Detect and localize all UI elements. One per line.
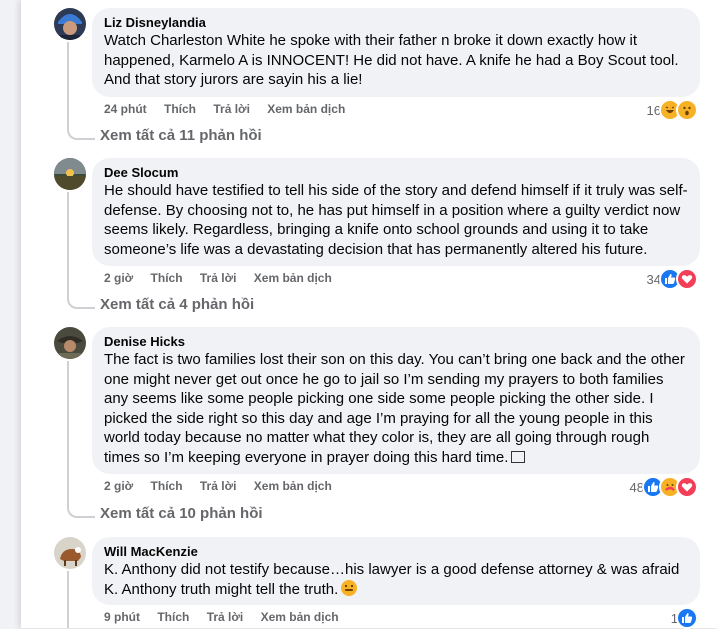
translate-button[interactable]: Xem bản dịch [261,610,339,624]
comments-panel: Liz Disneylandia Watch Charleston White … [21,0,717,629]
translate-button[interactable]: Xem bản dịch [254,479,332,493]
comment-text-line: K. Anthony truth might tell the truth. [104,579,688,600]
comment-author[interactable]: Denise Hicks [104,334,688,350]
avatar[interactable] [54,327,86,359]
comment-actions: 2 giờ Thích Trả lời Xem bản dịch [104,271,346,285]
avatar[interactable] [54,158,86,190]
comment-author[interactable]: Liz Disneylandia [104,15,688,31]
reaction-summary[interactable]: 48 [630,476,698,498]
thread-connector [67,126,95,140]
comment-bubble: Will MacKenzie K. Anthony did not testif… [92,537,700,605]
comment-author[interactable]: Dee Slocum [104,165,688,181]
comment-timestamp[interactable]: 2 giờ [104,271,133,285]
reaction-summary[interactable]: 16 [647,99,698,121]
translate-button[interactable]: Xem bản dịch [267,102,345,116]
reply-button[interactable]: Trả lời [200,479,237,493]
avatar[interactable] [54,537,86,569]
thread-line [67,192,69,295]
like-button[interactable]: Thích [151,479,183,493]
reply-button[interactable]: Trả lời [200,271,237,285]
thread-connector [67,504,95,518]
comment-actions: 9 phút Thích Trả lời Xem bản dịch [104,610,353,624]
thread-line [67,361,69,504]
comment-text: Watch Charleston White he spoke with the… [104,32,679,88]
thread-line [67,42,69,126]
missing-glyph-icon [511,450,526,463]
love-reaction-icon [676,268,698,290]
comment-timestamp[interactable]: 24 phút [104,102,147,116]
view-replies-link[interactable]: Xem tất cả 11 phản hồi [100,127,262,144]
reaction-summary[interactable]: 34 [647,268,698,290]
comment-timestamp[interactable]: 2 giờ [104,479,133,493]
thread-connector [67,295,95,309]
like-button[interactable]: Thích [157,610,189,624]
reply-button[interactable]: Trả lời [207,610,244,624]
comment-actions: 2 giờ Thích Trả lời Xem bản dịch [104,479,346,493]
thinking-face-emoji-icon [341,579,358,596]
avatar[interactable] [54,8,86,40]
comment-text-body: K. Anthony truth might tell the truth. [104,580,339,598]
comment-actions: 24 phút Thích Trả lời Xem bản dịch [104,102,359,116]
comment-author[interactable]: Will MacKenzie [104,544,688,560]
comment-bubble: Denise Hicks The fact is two families lo… [92,327,700,474]
like-button[interactable]: Thích [151,271,183,285]
translate-button[interactable]: Xem bản dịch [254,271,332,285]
like-reaction-icon [676,607,698,629]
reply-button[interactable]: Trả lời [213,102,250,116]
love-reaction-icon [676,476,698,498]
comment-timestamp[interactable]: 9 phút [104,610,140,624]
wow-reaction-icon [676,99,698,121]
comment-bubble: Dee Slocum He should have testified to t… [92,158,700,266]
comment-bubble: Liz Disneylandia Watch Charleston White … [92,8,700,97]
view-replies-link[interactable]: Xem tất cả 10 phản hồi [100,505,263,522]
like-button[interactable]: Thích [164,102,196,116]
comment-text: He should have testified to tell his sid… [104,182,688,258]
comment-text: The fact is two families lost their son … [104,350,688,467]
comment-text-body: The fact is two families lost their son … [104,351,685,466]
view-replies-link[interactable]: Xem tất cả 4 phản hồi [100,296,254,313]
reaction-summary[interactable]: 1 [671,607,698,629]
thread-line [67,571,69,628]
comment-text-line: K. Anthony did not testify because…his l… [104,561,680,578]
